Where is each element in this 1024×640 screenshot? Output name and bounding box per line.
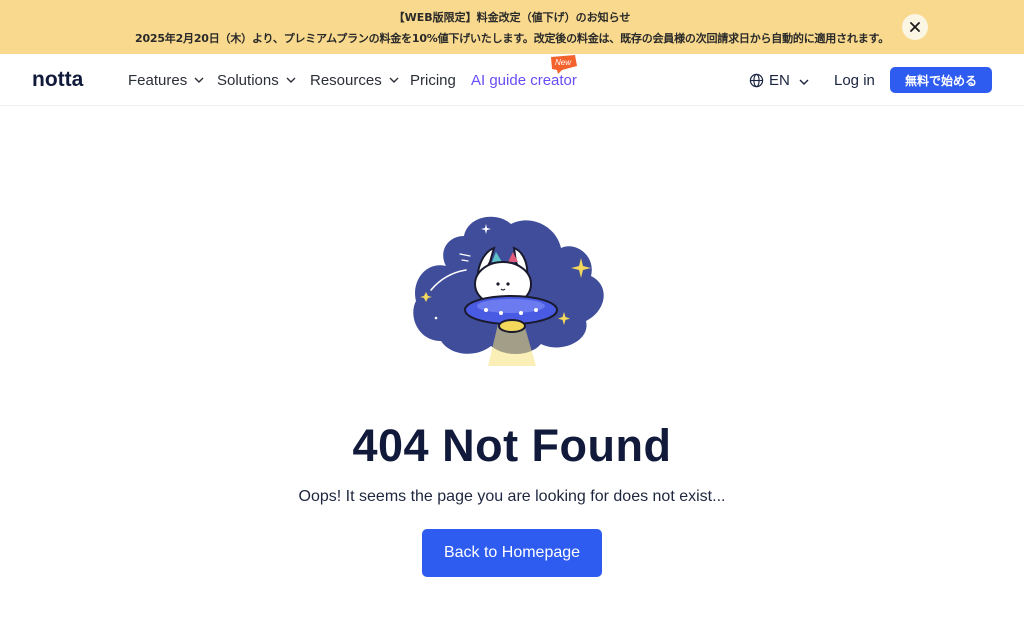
nav-solutions[interactable]: Solutions — [217, 54, 296, 106]
language-selector[interactable]: EN — [749, 54, 809, 106]
chevron-down-icon — [389, 77, 399, 83]
back-to-homepage-button[interactable]: Back to Homepage — [422, 529, 602, 577]
page-subtitle: Oops! It seems the page you are looking … — [298, 488, 726, 505]
banner-text: 2025年2月20日（木）より、プレミアムプランの料金を10%値下げいたします。… — [134, 32, 889, 45]
nav-pricing-label: Pricing — [410, 71, 456, 89]
chevron-down-icon — [286, 77, 296, 83]
banner-title: 【WEB版限定】料金改定（値下げ）のお知らせ — [393, 11, 631, 24]
login-link[interactable]: Log in — [834, 54, 875, 106]
nav-features-label: Features — [128, 71, 188, 89]
top-navigation: notta Features Solutions Resources Prici… — [0, 54, 1024, 106]
banner-close-button[interactable] — [902, 14, 928, 40]
nav-features[interactable]: Features — [128, 54, 204, 106]
svg-text:New: New — [555, 58, 572, 67]
announcement-banner: 【WEB版限定】料金改定（値下げ）のお知らせ 2025年2月20日（木）より、プ… — [0, 0, 1024, 54]
cat-in-ufo-illustration — [413, 216, 604, 366]
page-title: 404 Not Found — [352, 420, 672, 471]
chevron-down-icon — [799, 72, 809, 89]
globe-icon — [749, 73, 764, 87]
nav-solutions-label: Solutions — [217, 71, 279, 89]
language-label: EN — [769, 71, 790, 89]
start-free-button[interactable]: 無料で始める — [890, 67, 992, 93]
nav-resources-label: Resources — [310, 71, 382, 89]
nav-pricing[interactable]: Pricing — [410, 54, 456, 106]
notta-logo[interactable]: notta — [32, 69, 100, 91]
nav-ai-guide-creator-label: AI guide creator — [471, 71, 577, 89]
svg-text:notta: notta — [32, 69, 84, 91]
close-icon — [910, 22, 920, 32]
nav-resources[interactable]: Resources — [310, 54, 399, 106]
chevron-down-icon — [194, 77, 204, 83]
new-badge: New — [551, 55, 577, 74]
